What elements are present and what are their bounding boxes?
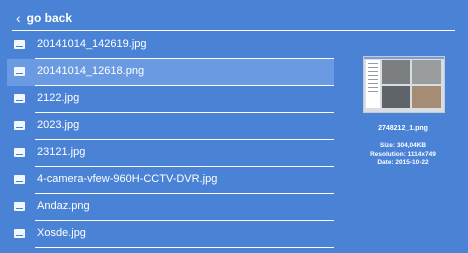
thumbnail-titlebar (364, 57, 444, 59)
image-file-icon (14, 202, 25, 211)
header-divider (12, 30, 455, 31)
file-list: 20141014_142619.jpg 20141014_12618.png 2… (7, 32, 334, 248)
file-name: 2023.jpg (37, 119, 80, 131)
file-name: 4-camera-vfew-960H-CCTV-DVR.jpg (37, 173, 218, 185)
file-name: Andaz.png (37, 200, 90, 212)
image-file-icon (14, 148, 25, 157)
file-name: 20141014_142619.jpg (37, 38, 147, 50)
row-divider (35, 247, 334, 248)
file-date: Date: 2015-10-22 (377, 159, 429, 166)
chevron-left-icon: ‹ (16, 10, 21, 26)
file-size: Size: 304,04KB (379, 142, 427, 149)
list-item[interactable]: 20141014_142619.jpg (7, 32, 334, 59)
back-label: go back (26, 11, 73, 25)
list-item[interactable]: 4-camera-vfew-960H-CCTV-DVR.jpg (7, 167, 334, 194)
thumbnail-sidebar (366, 60, 380, 108)
file-resolution: Resolution: 1114x749 (370, 150, 436, 158)
list-item[interactable]: Xosde.jpg (7, 221, 334, 248)
preview-filename: 2748212_1.png (378, 125, 428, 132)
file-details: Size: 304,04KB Resolution: 1114x749 Date… (350, 142, 456, 168)
list-item[interactable]: Andaz.png (7, 194, 334, 221)
image-file-icon (14, 40, 25, 49)
image-file-icon (14, 94, 25, 103)
list-item[interactable]: 23121.jpg (7, 140, 334, 167)
image-file-icon (14, 229, 25, 238)
image-file-icon (14, 67, 25, 76)
list-item[interactable]: 20141014_12618.png (7, 59, 334, 86)
back-button[interactable]: ‹ go back (16, 10, 72, 26)
thumbnail-camera-view (382, 60, 410, 84)
file-name: 23121.jpg (37, 146, 86, 158)
image-file-icon (14, 175, 25, 184)
thumbnail-camera-view (412, 86, 441, 108)
file-name: Xosde.jpg (37, 227, 86, 239)
preview-thumbnail (363, 56, 445, 113)
list-item[interactable]: 2122.jpg (7, 86, 334, 113)
list-item[interactable]: 2023.jpg (7, 113, 334, 140)
thumbnail-camera-view (382, 86, 410, 108)
thumbnail-camera-view (412, 60, 441, 84)
file-name: 2122.jpg (37, 92, 80, 104)
image-file-icon (14, 121, 25, 130)
file-name: 20141014_12618.png (37, 65, 145, 77)
